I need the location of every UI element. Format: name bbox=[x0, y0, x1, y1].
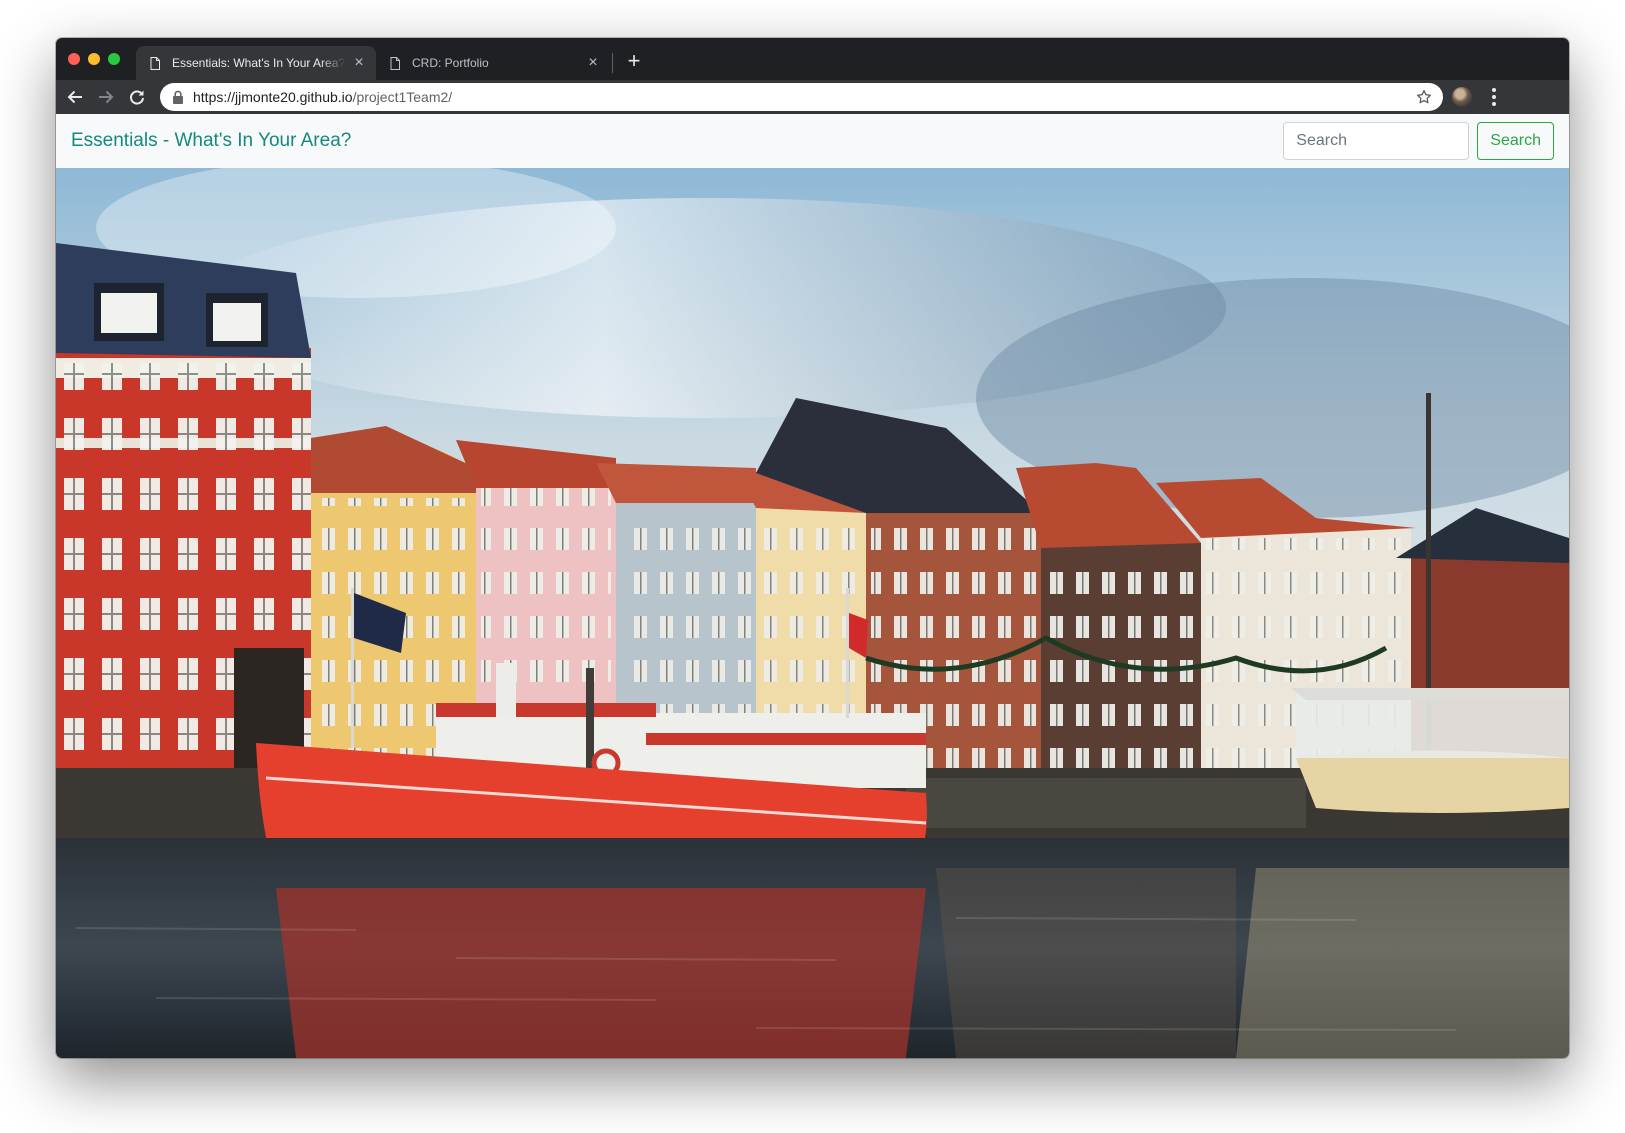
profile-avatar[interactable] bbox=[1452, 87, 1472, 107]
tab-portfolio[interactable]: CRD: Portfolio × bbox=[376, 46, 610, 80]
url-text[interactable]: https://jjmonte20.github.io/project1Team… bbox=[193, 89, 1415, 105]
tab-title: Essentials: What's In Your Area? bbox=[172, 56, 346, 70]
url-host: jjmonte20.github.io bbox=[235, 89, 353, 105]
tab-strip: Essentials: What's In Your Area? × CRD: … bbox=[56, 38, 1569, 80]
kebab-menu-icon[interactable] bbox=[1484, 85, 1504, 109]
star-icon[interactable] bbox=[1415, 88, 1433, 106]
page-icon bbox=[150, 56, 160, 70]
lock-icon[interactable] bbox=[172, 90, 184, 104]
browser-window: Essentials: What's In Your Area? × CRD: … bbox=[56, 38, 1569, 1058]
search-form: Search bbox=[1283, 122, 1554, 160]
tab-title: CRD: Portfolio bbox=[412, 56, 489, 70]
close-icon[interactable]: × bbox=[586, 55, 600, 71]
page-icon bbox=[390, 56, 400, 70]
arrow-right-icon[interactable] bbox=[93, 84, 119, 110]
site-brand-link[interactable]: Essentials - What's In Your Area? bbox=[71, 130, 1283, 152]
search-button[interactable]: Search bbox=[1477, 122, 1554, 160]
window-maximize-button[interactable] bbox=[108, 53, 120, 65]
page-viewport: Essentials - What's In Your Area? Search bbox=[56, 114, 1569, 1058]
window-controls bbox=[68, 53, 120, 65]
site-navbar: Essentials - What's In Your Area? Search bbox=[56, 114, 1569, 168]
plus-icon[interactable]: + bbox=[622, 49, 646, 73]
tab-divider bbox=[612, 53, 613, 73]
search-input[interactable] bbox=[1283, 122, 1470, 160]
url-scheme: https:// bbox=[193, 89, 236, 105]
window-close-button[interactable] bbox=[68, 53, 80, 65]
reload-icon[interactable] bbox=[124, 84, 150, 110]
window-minimize-button[interactable] bbox=[88, 53, 100, 65]
address-bar[interactable]: https://jjmonte20.github.io/project1Team… bbox=[160, 83, 1443, 111]
browser-toolbar: https://jjmonte20.github.io/project1Team… bbox=[56, 80, 1569, 114]
close-icon[interactable]: × bbox=[352, 55, 366, 71]
hero-image bbox=[56, 168, 1569, 1058]
arrow-left-icon[interactable] bbox=[62, 84, 88, 110]
harbor-photo bbox=[56, 168, 1569, 1058]
tab-essentials[interactable]: Essentials: What's In Your Area? × bbox=[136, 46, 376, 80]
url-path: /project1Team2/ bbox=[352, 89, 453, 105]
